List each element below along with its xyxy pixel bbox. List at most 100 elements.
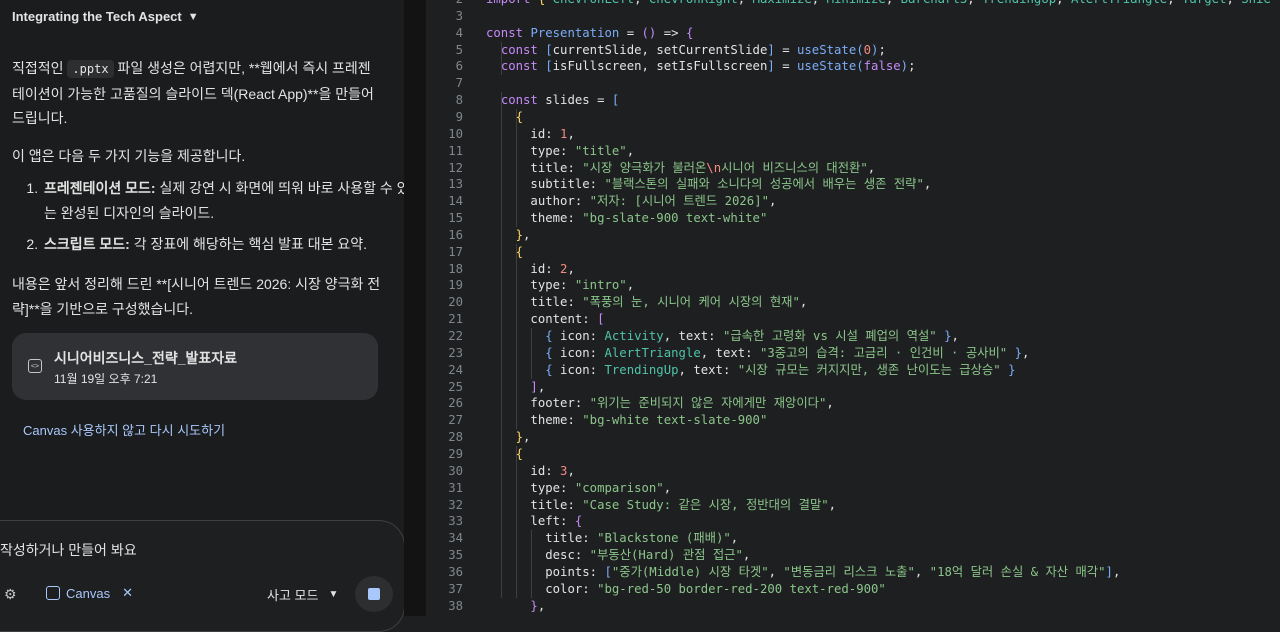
- code-line[interactable]: 12 title: "시장 양극화가 불러온\n시니어 비즈니스의 대전환",: [426, 160, 1280, 177]
- line-number: 14: [448, 194, 463, 209]
- line-number: 8: [455, 93, 463, 108]
- code-line[interactable]: 32 title: "Case Study: 같은 시장, 정반대의 결말",: [426, 497, 1280, 514]
- line-number: 12: [448, 160, 463, 175]
- features-intro: 이 앱은 다음 두 가지 기능을 제공합니다.: [12, 148, 246, 164]
- line-number: 33: [448, 514, 463, 529]
- code-text: { icon: Activity, text: "급속한 고령화 vs 시설 폐…: [545, 329, 959, 343]
- conversation-title: Integrating the Tech Aspect: [12, 9, 182, 24]
- line-number: 30: [448, 463, 463, 478]
- code-text: {: [515, 244, 524, 259]
- code-line[interactable]: 23 { icon: AlertTriangle, text: "3중고의 습격…: [426, 345, 1280, 362]
- line-number: 29: [448, 446, 463, 461]
- code-line[interactable]: 20 title: "폭풍의 눈, 시니어 케어 시장의 현재",: [426, 294, 1280, 311]
- line-number: 20: [448, 295, 463, 310]
- code-line[interactable]: 34 title: "Blackstone (패배)",: [426, 530, 1280, 547]
- code-line[interactable]: 15 theme: "bg-slate-900 text-white": [426, 210, 1280, 227]
- code-line[interactable]: 31 type: "comparison",: [426, 480, 1280, 497]
- assistant-intro-paragraph: 직접적인 .pptx 파일 생성은 어렵지만, **웹에서 즉시 프레젠테이션이…: [12, 56, 382, 131]
- line-number: 22: [448, 329, 463, 343]
- code-text: content: [: [530, 312, 605, 327]
- code-text: desc: "부동산(Hard) 관점 접근",: [545, 548, 751, 563]
- panel-divider[interactable]: [404, 0, 426, 616]
- code-line[interactable]: 14 author: "저자: [시니어 트렌드 2026]",: [426, 193, 1280, 210]
- line-number: 38: [448, 598, 463, 613]
- code-line[interactable]: 7: [426, 75, 1280, 92]
- line-number: 25: [448, 379, 463, 394]
- code-line[interactable]: 30 id: 3,: [426, 463, 1280, 480]
- mode-label: 사고 모드: [267, 588, 319, 603]
- code-line[interactable]: 10 id: 1,: [426, 126, 1280, 143]
- line-number: 4: [455, 25, 463, 40]
- code-text: left: {: [530, 514, 583, 529]
- conversation-title-dropdown[interactable]: Integrating the Tech Aspect ▼: [12, 9, 199, 24]
- code-line[interactable]: 21 content: [: [426, 311, 1280, 328]
- inline-code: .pptx: [67, 60, 114, 78]
- code-line[interactable]: 38 },: [426, 598, 1280, 615]
- mode-selector[interactable]: 사고 모드 ▼: [267, 585, 338, 604]
- code-line[interactable]: 2 import { ChevronLeft, ChevronRight, Max…: [426, 0, 1280, 8]
- code-line[interactable]: 37 color: "bg-red-50 border-red-200 text…: [426, 581, 1280, 598]
- line-number: 5: [455, 42, 463, 57]
- line-number: 15: [448, 211, 463, 226]
- line-number: 3: [455, 8, 463, 23]
- canvas-tool-chip[interactable]: Canvas ✕: [46, 585, 133, 601]
- code-line[interactable]: 35 desc: "부동산(Hard) 관점 접근",: [426, 547, 1280, 564]
- prompt-input-text[interactable]: 작성하거나 만들어 봐요: [0, 540, 137, 560]
- close-icon[interactable]: ✕: [122, 585, 133, 601]
- prompt-input-box[interactable]: [0, 520, 405, 632]
- code-line[interactable]: 11 type: "title",: [426, 143, 1280, 160]
- code-text: color: "bg-red-50 border-red-200 text-re…: [545, 581, 886, 596]
- code-text: title: "Blackstone (패배)",: [545, 531, 739, 546]
- line-number: 31: [448, 480, 463, 495]
- line-number: 28: [448, 430, 463, 445]
- code-line[interactable]: 5 const [currentSlide, setCurrentSlide] …: [426, 42, 1280, 59]
- code-line[interactable]: 16 },: [426, 227, 1280, 244]
- code-line[interactable]: 18 id: 2,: [426, 261, 1280, 278]
- code-line[interactable]: 24 { icon: TrendingUp, text: "시장 규모는 커지지…: [426, 362, 1280, 379]
- stop-icon: [368, 588, 380, 600]
- code-line[interactable]: 4 const Presentation = () => {: [426, 25, 1280, 42]
- feature-term: 스크립트 모드:: [44, 236, 130, 252]
- code-text: },: [515, 430, 531, 445]
- code-line[interactable]: 29 {: [426, 446, 1280, 463]
- code-text: subtitle: "블랙스톤의 실패와 소니다의 성공에서 배우는 생존 전략…: [530, 177, 932, 192]
- retry-without-canvas-link[interactable]: Canvas 사용하지 않고 다시 시도하기: [23, 420, 225, 439]
- chevron-down-icon: ▼: [187, 10, 199, 23]
- list-item: 프레젠테이션 모드: 실제 강연 시 화면에 띄워 바로 사용할 수 있는 완성…: [42, 176, 412, 225]
- line-number: 6: [455, 59, 463, 74]
- code-line[interactable]: 17 {: [426, 244, 1280, 261]
- code-text: const [currentSlide, setCurrentSlide] = …: [500, 42, 886, 57]
- stop-button[interactable]: [355, 576, 393, 612]
- code-line[interactable]: 27 theme: "bg-white text-slate-900": [426, 412, 1280, 429]
- code-line[interactable]: 19 type: "intro",: [426, 277, 1280, 294]
- code-line[interactable]: 6 const [isFullscreen, setIsFullscreen] …: [426, 58, 1280, 75]
- code-text: {: [515, 446, 524, 461]
- code-editor[interactable]: 2 import { ChevronLeft, ChevronRight, Max…: [426, 0, 1280, 616]
- line-number: 37: [448, 581, 463, 596]
- code-text: theme: "bg-white text-slate-900": [530, 413, 768, 428]
- code-line[interactable]: 8 const slides = [: [426, 92, 1280, 109]
- tools-sliders-icon[interactable]: ⚙: [4, 586, 17, 603]
- line-number: 26: [448, 396, 463, 411]
- line-number: 24: [448, 362, 463, 377]
- code-text: { icon: AlertTriangle, text: "3중고의 습격: 고…: [545, 345, 1030, 360]
- code-line[interactable]: 22 { icon: Activity, text: "급속한 고령화 vs 시…: [426, 328, 1280, 345]
- code-text: author: "저자: [시니어 트렌드 2026]",: [530, 194, 777, 209]
- code-text: theme: "bg-slate-900 text-white": [530, 211, 768, 226]
- code-line[interactable]: 3: [426, 8, 1280, 25]
- code-line[interactable]: 36 points: ["중가(Middle) 시장 타겟", "변동금리 리스…: [426, 564, 1280, 581]
- canvas-document-card[interactable]: <> 시니어비즈니스_전략_발표자료 11월 19일 오후 7:21: [12, 333, 378, 400]
- code-text: { icon: TrendingUp, text: "시장 규모는 커지지만, …: [545, 362, 1016, 377]
- code-text: id: 3,: [530, 463, 575, 478]
- code-text: const Presentation = () => {: [486, 25, 694, 40]
- code-line[interactable]: 26 footer: "위기는 준비되지 않은 자에게만 재앙이다",: [426, 395, 1280, 412]
- code-text: const [isFullscreen, setIsFullscreen] = …: [500, 59, 916, 74]
- line-number: 21: [448, 312, 463, 327]
- code-line[interactable]: 9 {: [426, 109, 1280, 126]
- code-text: id: 2,: [530, 261, 575, 276]
- line-number: 16: [448, 227, 463, 242]
- code-line[interactable]: 25 ],: [426, 379, 1280, 396]
- code-line[interactable]: 33 left: {: [426, 513, 1280, 530]
- code-line[interactable]: 13 subtitle: "블랙스톤의 실패와 소니다의 성공에서 배우는 생존…: [426, 176, 1280, 193]
- code-line[interactable]: 28 },: [426, 429, 1280, 446]
